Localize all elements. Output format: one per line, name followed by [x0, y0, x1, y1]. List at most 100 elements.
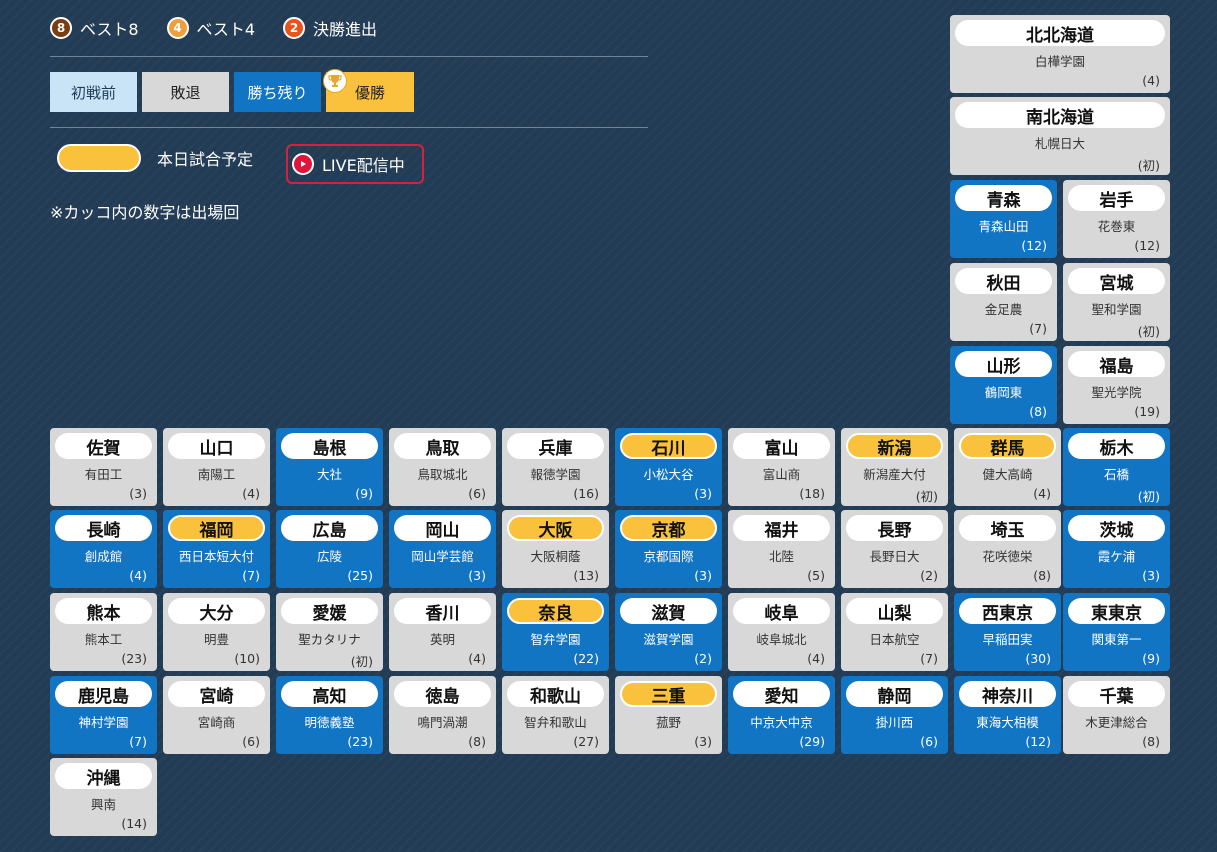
appearance-count: (3) — [1142, 568, 1160, 583]
appearance-count: (3) — [694, 734, 712, 749]
prefecture-card[interactable]: 愛媛 聖カタリナ (初) — [276, 593, 383, 671]
prefecture-card[interactable]: 鳥取 鳥取城北 (6) — [389, 428, 496, 506]
legend-best8: 8 ベスト8 — [50, 16, 139, 40]
prefecture-card[interactable]: 島根 大社 (9) — [276, 428, 383, 506]
appearance-count: (4) — [242, 486, 260, 501]
school-name: 鶴岡東 — [984, 385, 1023, 400]
school-name: 花咲徳栄 — [982, 549, 1033, 564]
prefecture-card[interactable]: 福井 北陸 (5) — [728, 510, 835, 588]
prefecture-card[interactable]: 北北海道 白樺学園 (4) — [950, 15, 1170, 93]
appearance-count: (6) — [468, 486, 486, 501]
prefecture-card[interactable]: 新潟 新潟産大付 (初) — [841, 428, 948, 506]
school-name: 明徳義塾 — [304, 715, 355, 730]
appearance-count: (7) — [129, 734, 147, 749]
school-name: 広陵 — [316, 549, 342, 564]
prefecture-card[interactable]: 千葉 木更津総合 (8) — [1063, 676, 1170, 754]
school-name: 智弁学園 — [530, 632, 581, 647]
prefecture-card[interactable]: 高知 明徳義塾 (23) — [276, 676, 383, 754]
appearance-count: (7) — [242, 568, 260, 583]
prefecture-name: 奈良 — [507, 598, 604, 624]
prefecture-card[interactable]: 山形 鶴岡東 (8) — [950, 346, 1057, 424]
prefecture-card[interactable]: 福島 聖光学院 (19) — [1063, 346, 1170, 424]
prefecture-card[interactable]: 徳島 鳴門渦潮 (8) — [389, 676, 496, 754]
prefecture-card[interactable]: 青森 青森山田 (12) — [950, 180, 1057, 258]
prefecture-card[interactable]: 神奈川 東海大相模 (12) — [954, 676, 1061, 754]
school-name: 鳴門渦潮 — [417, 715, 468, 730]
prefecture-name: 熊本 — [55, 598, 152, 624]
prefecture-card[interactable]: 宮崎 宮崎商 (6) — [163, 676, 270, 754]
prefecture-card[interactable]: 愛知 中京大中京 (29) — [728, 676, 835, 754]
school-name: 聖和学園 — [1091, 302, 1142, 317]
school-name: 岡山学芸館 — [411, 549, 474, 564]
school-name: 木更津総合 — [1085, 715, 1148, 730]
prefecture-card[interactable]: 滋賀 滋賀学園 (2) — [615, 593, 722, 671]
prefecture-name: 神奈川 — [959, 681, 1056, 707]
appearance-count: (14) — [121, 816, 147, 831]
prefecture-card[interactable]: 長野 長野日大 (2) — [841, 510, 948, 588]
best4-badge: 4 — [166, 17, 189, 39]
prefecture-name: 宮城 — [1068, 268, 1165, 294]
prefecture-card[interactable]: 熊本 熊本工 (23) — [50, 593, 157, 671]
appearance-count: (8) — [1029, 404, 1047, 419]
prefecture-name: 秋田 — [955, 268, 1052, 294]
prefecture-name: 京都 — [620, 515, 717, 541]
prefecture-card[interactable]: 奈良 智弁学園 (22) — [502, 593, 609, 671]
prefecture-name: 高知 — [281, 681, 378, 707]
appearance-count: (2) — [920, 568, 938, 583]
prefecture-card[interactable]: 西東京 早稲田実 (30) — [954, 593, 1061, 671]
appearance-count: (9) — [355, 486, 373, 501]
prefecture-card[interactable]: 広島 広陵 (25) — [276, 510, 383, 588]
prefecture-card[interactable]: 茨城 霞ケ浦 (3) — [1063, 510, 1170, 588]
prefecture-card[interactable]: 東東京 関東第一 (9) — [1063, 593, 1170, 671]
prefecture-card[interactable]: 静岡 掛川西 (6) — [841, 676, 948, 754]
prefecture-card[interactable]: 富山 富山商 (18) — [728, 428, 835, 506]
prefecture-card[interactable]: 三重 菰野 (3) — [615, 676, 722, 754]
prefecture-card[interactable]: 京都 京都国際 (3) — [615, 510, 722, 588]
prefecture-card[interactable]: 山口 南陽工 (4) — [163, 428, 270, 506]
school-name: 健大高崎 — [982, 467, 1033, 482]
appearance-count: (8) — [1142, 734, 1160, 749]
prefecture-card[interactable]: 和歌山 智弁和歌山 (27) — [502, 676, 609, 754]
school-name: 関東第一 — [1091, 632, 1142, 647]
prefecture-card[interactable]: 栃木 石橋 (初) — [1063, 428, 1170, 506]
prefecture-name: 愛媛 — [281, 598, 378, 624]
prefecture-card[interactable]: 群馬 健大高崎 (4) — [954, 428, 1061, 506]
school-name: 菰野 — [655, 715, 681, 730]
appearance-count: (4) — [129, 568, 147, 583]
prefecture-card[interactable]: 埼玉 花咲徳栄 (8) — [954, 510, 1061, 588]
prefecture-card[interactable]: 南北海道 札幌日大 (初) — [950, 97, 1170, 175]
prefecture-card[interactable]: 佐賀 有田工 (3) — [50, 428, 157, 506]
appearance-count: (3) — [468, 568, 486, 583]
prefecture-card[interactable]: 兵庫 報徳学園 (16) — [502, 428, 609, 506]
prefecture-name: 東東京 — [1068, 598, 1165, 624]
school-name: 長野日大 — [869, 549, 920, 564]
legend-best4: 4 ベスト4 — [166, 16, 255, 40]
live-streaming-button[interactable]: LIVE配信中 — [286, 144, 424, 184]
prefecture-name: 岩手 — [1068, 185, 1165, 211]
appearance-count: (4) — [468, 651, 486, 666]
prefecture-card[interactable]: 長崎 創成館 (4) — [50, 510, 157, 588]
prefecture-card[interactable]: 福岡 西日本短大付 (7) — [163, 510, 270, 588]
school-name: 智弁和歌山 — [524, 715, 587, 730]
appearance-count: (6) — [242, 734, 260, 749]
prefecture-card[interactable]: 秋田 金足農 (7) — [950, 263, 1057, 341]
prefecture-name: 鹿児島 — [55, 681, 152, 707]
prefecture-card[interactable]: 沖縄 興南 (14) — [50, 758, 157, 836]
appearance-count: (12) — [1134, 238, 1160, 253]
school-name: 英明 — [429, 632, 455, 647]
prefecture-card[interactable]: 鹿児島 神村学園 (7) — [50, 676, 157, 754]
prefecture-card[interactable]: 岡山 岡山学芸館 (3) — [389, 510, 496, 588]
prefecture-card[interactable]: 大阪 大阪桐蔭 (13) — [502, 510, 609, 588]
prefecture-card[interactable]: 山梨 日本航空 (7) — [841, 593, 948, 671]
prefecture-card[interactable]: 大分 明豊 (10) — [163, 593, 270, 671]
school-name: 霞ケ浦 — [1097, 549, 1136, 564]
prefecture-card[interactable]: 香川 英明 (4) — [389, 593, 496, 671]
prefecture-name: 群馬 — [959, 433, 1056, 459]
legend-final: 2 決勝進出 — [283, 16, 377, 40]
prefecture-name: 福井 — [733, 515, 830, 541]
school-name: 花巻東 — [1097, 219, 1136, 234]
prefecture-card[interactable]: 宮城 聖和学園 (初) — [1063, 263, 1170, 341]
prefecture-card[interactable]: 石川 小松大谷 (3) — [615, 428, 722, 506]
prefecture-card[interactable]: 岩手花巻東 (12) — [1063, 180, 1170, 258]
prefecture-card[interactable]: 岐阜 岐阜城北 (4) — [728, 593, 835, 671]
